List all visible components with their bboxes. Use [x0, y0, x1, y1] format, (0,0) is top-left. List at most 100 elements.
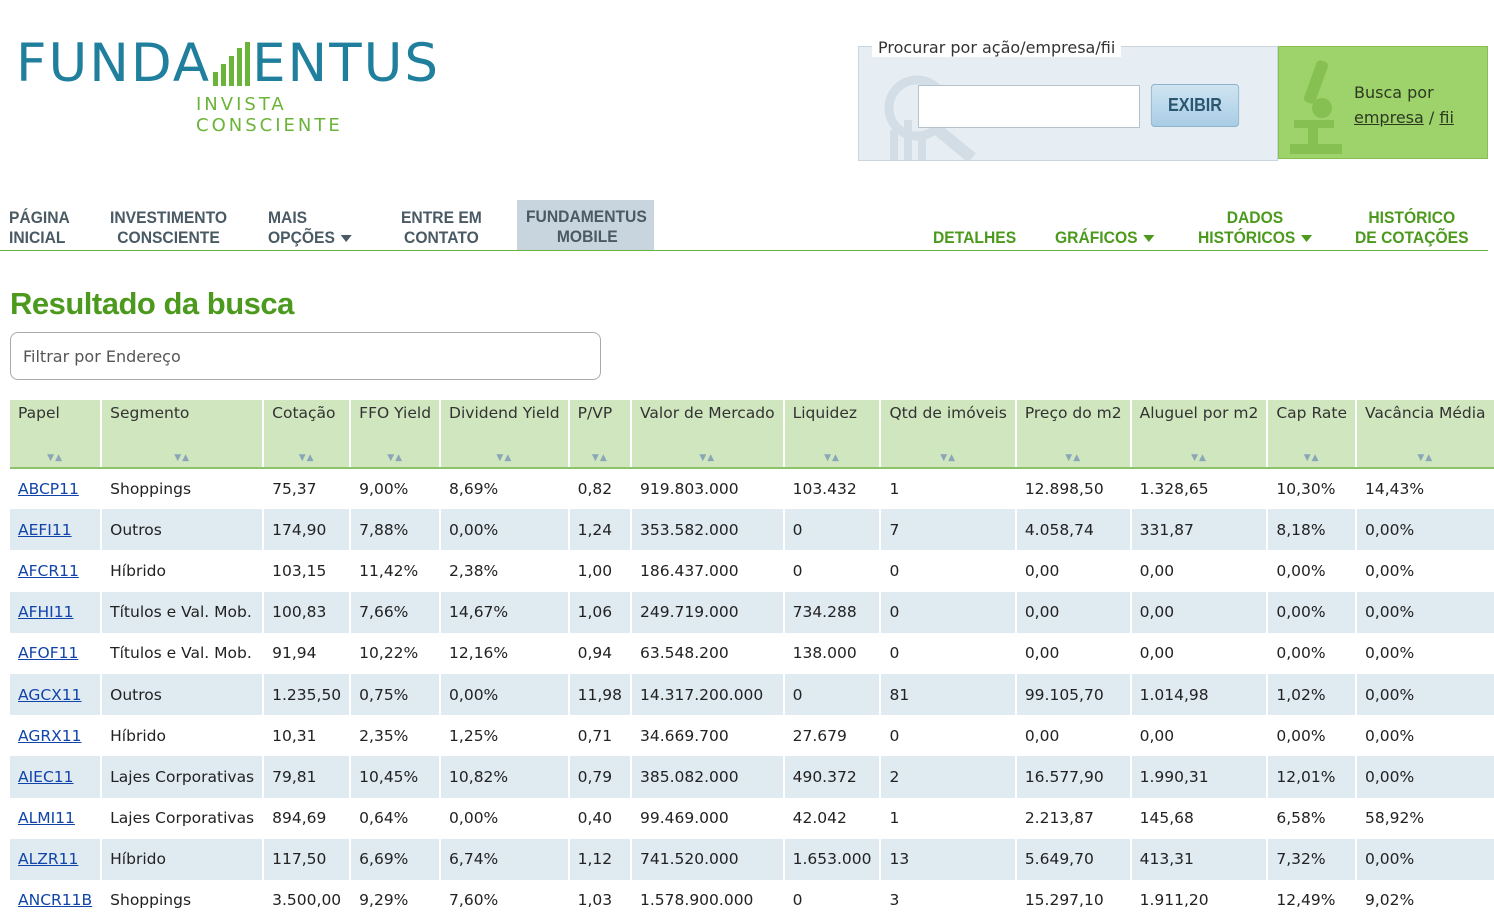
sort-arrows-icon[interactable]: ▼▲ [570, 453, 630, 463]
sort-arrows-icon[interactable]: ▼▲ [1268, 453, 1355, 463]
cell-preco-m2: 99.105,70 [1015, 673, 1132, 716]
cell-papel: ABCP11 [10, 468, 103, 510]
nav-dados-historicos[interactable]: DADOS HISTÓRICOS [1198, 208, 1312, 248]
cell-liquidez: 734.288 [783, 591, 882, 633]
ticker-link[interactable]: AFHI11 [18, 603, 73, 621]
cell-qtd-imoveis: 1 [880, 797, 1017, 839]
col-header-segmento[interactable]: Segmento ▼▲ [101, 400, 265, 469]
cell-valor-mercado: 741.520.000 [631, 838, 785, 880]
cell-cap-rate: 0,00% [1267, 550, 1357, 592]
cell-preco-m2: 2.213,87 [1015, 797, 1132, 839]
col-header-ffo-yield[interactable]: FFO Yield ▼▲ [350, 400, 442, 469]
cell-cap-rate: 12,01% [1267, 756, 1357, 798]
cell-aluguel-m2: 1.990,31 [1130, 756, 1269, 798]
ticker-link[interactable]: ALZR11 [18, 850, 78, 868]
col-header-papel[interactable]: Papel ▼▲ [10, 400, 103, 469]
col-header-liquidez[interactable]: Liquidez ▼▲ [783, 400, 882, 469]
cell-papel: AEFI11 [10, 509, 103, 551]
cell-vacancia: 14,43% [1356, 468, 1494, 510]
sort-arrows-icon[interactable]: ▼▲ [102, 453, 262, 463]
cell-cap-rate: 6,58% [1267, 797, 1357, 839]
col-header-qtd-imoveis[interactable]: Qtd de imóveis ▼▲ [880, 400, 1017, 469]
cell-cap-rate: 10,30% [1267, 468, 1357, 510]
sort-arrows-icon[interactable]: ▼▲ [351, 453, 439, 463]
cell-valor-mercado: 186.437.000 [631, 550, 785, 592]
exibir-button[interactable]: EXIBIR [1150, 84, 1240, 127]
col-header-pvp[interactable]: P/VP ▼▲ [568, 400, 633, 469]
col-header-cap-rate[interactable]: Cap Rate ▼▲ [1267, 400, 1357, 469]
ticker-link[interactable]: ABCP11 [18, 480, 79, 498]
sort-arrows-icon[interactable]: ▼▲ [785, 453, 880, 463]
cell-ffo-yield: 10,45% [350, 756, 442, 798]
sort-arrows-icon[interactable]: ▼▲ [881, 453, 1014, 463]
ticker-link[interactable]: AEFI11 [18, 521, 72, 539]
cell-cotacao: 79,81 [263, 756, 352, 798]
col-header-label: Vacância Média [1365, 404, 1486, 422]
sort-arrows-icon[interactable]: ▼▲ [10, 453, 100, 463]
busca-empresa-link[interactable]: empresa [1354, 108, 1424, 127]
busca-fii-link[interactable]: fii [1439, 108, 1454, 127]
nav-label-line: MAIS [268, 208, 308, 227]
cell-ffo-yield: 7,88% [350, 509, 442, 551]
col-header-valor-mercado[interactable]: Valor de Mercado ▼▲ [631, 400, 785, 469]
sort-arrows-icon[interactable]: ▼▲ [1357, 453, 1494, 463]
sort-arrows-icon[interactable]: ▼▲ [264, 453, 349, 463]
nav-mais-opcoes[interactable]: MAIS OPÇÕES [268, 208, 352, 248]
cell-segmento: Lajes Corporativas [101, 756, 265, 798]
ticker-link[interactable]: ANCR11B [18, 891, 92, 909]
cell-vacancia: 58,92% [1356, 797, 1494, 839]
ticker-link[interactable]: AIEC11 [18, 768, 74, 786]
caret-down-icon [1143, 235, 1155, 243]
cell-cotacao: 75,37 [263, 468, 352, 510]
fundamentus-logo[interactable]: FUNDA ENTUS INVISTA CONSCIENTE [16, 36, 438, 137]
nav-pagina-inicial[interactable]: PÁGINA INICIAL [9, 208, 70, 248]
nav-graficos[interactable]: GRÁFICOS [1055, 228, 1155, 248]
cell-segmento: Títulos e Val. Mob. [101, 591, 265, 633]
cell-segmento: Híbrido [101, 838, 265, 880]
cell-pvp: 1,06 [568, 591, 633, 633]
cell-segmento: Outros [101, 673, 265, 716]
nav-label-line: CONSCIENTE [117, 228, 220, 247]
cell-valor-mercado: 14.317.200.000 [631, 673, 785, 716]
cell-cotacao: 3.500,00 [263, 879, 352, 922]
col-header-dividend-yield[interactable]: Dividend Yield ▼▲ [440, 400, 570, 469]
search-input[interactable] [918, 85, 1140, 128]
ticker-link[interactable]: ALMI11 [18, 809, 75, 827]
cell-cotacao: 894,69 [263, 797, 352, 839]
cell-cotacao: 117,50 [263, 838, 352, 880]
table-row: ANCR11B Shoppings 3.500,00 9,29% 7,60% 1,03 1.… [10, 879, 1494, 922]
cell-papel: ALMI11 [10, 797, 103, 839]
table-row: AEFI11 Outros 174,90 7,88% 0,00% 1,24 353.582.… [10, 509, 1494, 551]
cell-qtd-imoveis: 0 [880, 550, 1017, 592]
cell-qtd-imoveis: 0 [880, 715, 1017, 757]
nav-historico-cotacoes[interactable]: HISTÓRICO DE COTAÇÕES [1355, 208, 1469, 248]
col-header-cotacao[interactable]: Cotação ▼▲ [263, 400, 352, 469]
nav-label-line: HISTÓRICO [1368, 208, 1456, 227]
col-header-preco-m2[interactable]: Preço do m2 ▼▲ [1015, 400, 1132, 469]
cell-papel: AGRX11 [10, 715, 103, 757]
cell-pvp: 0,82 [568, 468, 633, 510]
sort-arrows-icon[interactable]: ▼▲ [1132, 453, 1267, 463]
nav-label-line: INICIAL [9, 228, 66, 247]
filter-address-input[interactable] [10, 332, 601, 380]
sort-arrows-icon[interactable]: ▼▲ [441, 453, 568, 463]
sort-arrows-icon[interactable]: ▼▲ [632, 453, 783, 463]
cell-dividend-yield: 12,16% [440, 632, 570, 674]
caret-down-icon [340, 235, 352, 243]
nav-entre-em-contato[interactable]: ENTRE EM CONTATO [401, 208, 482, 248]
sort-arrows-icon[interactable]: ▼▲ [1017, 453, 1130, 463]
col-header-vacancia[interactable]: Vacância Média ▼▲ [1356, 400, 1494, 469]
ticker-link[interactable]: AFCR11 [18, 562, 79, 580]
cell-aluguel-m2: 331,87 [1130, 509, 1269, 551]
nav-investimento-consciente[interactable]: INVESTIMENTO CONSCIENTE [110, 208, 227, 248]
col-header-aluguel-m2[interactable]: Aluguel por m2 ▼▲ [1130, 400, 1269, 469]
nav-detalhes[interactable]: DETALHES [933, 228, 1016, 248]
cell-pvp: 11,98 [568, 673, 633, 716]
nav-fundamentus-mobile[interactable]: FUNDAMENTUS MOBILE [526, 207, 647, 247]
ticker-link[interactable]: AGRX11 [18, 727, 81, 745]
table-row: AGCX11 Outros 1.235,50 0,75% 0,00% 11,98 14.31… [10, 673, 1494, 716]
ticker-link[interactable]: AFOF11 [18, 644, 78, 662]
cell-cap-rate: 12,49% [1267, 879, 1357, 922]
ticker-link[interactable]: AGCX11 [18, 686, 82, 704]
search-legend: Procurar por ação/empresa/fii [872, 38, 1122, 57]
